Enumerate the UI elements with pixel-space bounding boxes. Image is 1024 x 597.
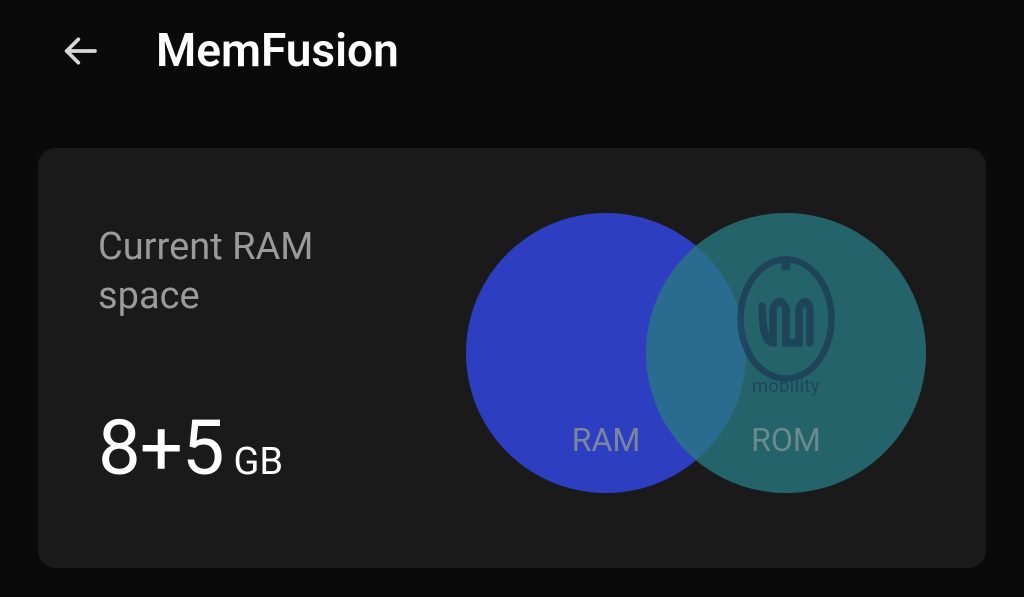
ram-unit: GB <box>234 440 284 484</box>
header: MemFusion <box>0 0 1024 98</box>
rom-circle-label: ROM <box>751 421 821 459</box>
page-title: MemFusion <box>156 24 399 78</box>
rom-circle: mobility ROM <box>646 213 926 493</box>
ram-circle-label: RAM <box>572 421 641 459</box>
arrow-left-icon <box>60 31 100 71</box>
ram-value-row: 8+5 GB <box>98 403 378 493</box>
venn-diagram: RAM mobility ROM <box>466 208 926 508</box>
watermark-icon: mobility <box>716 254 856 424</box>
ram-value: 8+5 <box>98 403 224 493</box>
card-label: Current RAM space <box>98 223 378 322</box>
ram-status-card: Current RAM space 8+5 GB RAM mobility RO… <box>38 148 986 568</box>
ram-info-block: Current RAM space 8+5 GB <box>98 223 378 493</box>
back-button[interactable] <box>56 27 104 75</box>
watermark-text: mobility <box>752 376 820 397</box>
